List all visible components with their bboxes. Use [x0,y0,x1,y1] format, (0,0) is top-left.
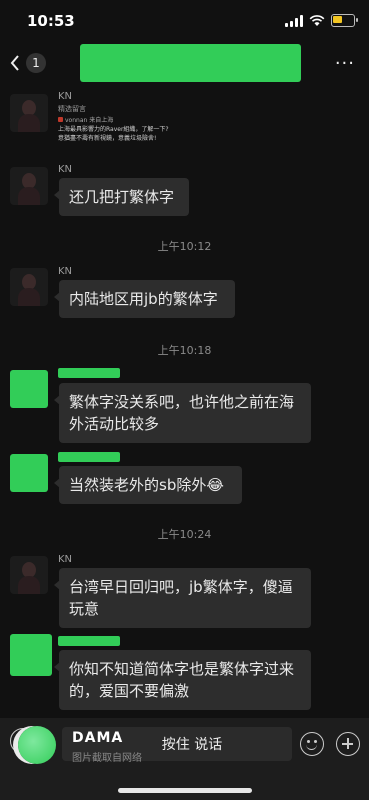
status-bar: 10:53 [0,0,369,44]
message-bubble[interactable]: 还几把打繁体字 [54,178,189,216]
avatar-redacted[interactable] [10,634,52,676]
message-bubble[interactable]: 当然装老外的sb除外😂 [54,466,242,504]
avatar-redacted[interactable] [10,454,48,492]
avatar[interactable] [10,167,48,205]
avatar[interactable] [10,94,48,132]
sender-name: KN [58,164,73,175]
back-button[interactable]: 1 [10,50,50,76]
sender-name: KN [58,554,73,565]
watermark-logo-icon [18,726,56,764]
unread-count-badge: 1 [26,53,46,73]
card-line-1: 上海最具影響力的Raver組織，了解一下? [58,126,169,133]
sender-name-redacted [58,368,120,378]
watermark-text: DAMA [72,730,124,746]
status-icons [285,14,358,27]
add-attachment-button[interactable] [336,732,360,756]
wifi-icon [309,14,325,26]
sender-subtitle: 精选留言 [58,105,86,113]
card-source: vonnan 来自上海 [65,117,114,124]
signal-icon [285,14,303,27]
message-bubble[interactable]: 台湾早日回归吧，jb繁体字，傻逼玩意 [54,568,311,628]
shared-card[interactable]: vonnan 来自上海 上海最具影響力的Raver組織，了解一下? 意猶盡不壽有… [58,116,210,152]
hold-to-talk-label: 按住 说话 [161,737,223,753]
chat-header: 1 ··· [0,44,369,82]
chevron-left-icon [10,55,19,71]
message-bubble[interactable]: 你知不知道简体字也是繁体字过来的，爱国不要偏激 [54,650,311,710]
message-bubble[interactable]: 内陆地区用jb的繁体字 [54,280,235,318]
sender-name: KN [58,91,73,102]
message-bubble[interactable]: 繁体字没关系吧，也许他之前在海外活动比较多 [54,383,311,443]
status-time: 10:53 [27,12,75,30]
sender-name-redacted [58,452,120,462]
sender-name: KN [58,266,73,277]
avatar[interactable] [10,556,48,594]
watermark-subtext: 图片截取自网络 [72,753,142,764]
chat-title-redacted [80,44,301,82]
home-indicator [118,788,252,793]
battery-icon [331,14,358,27]
card-line-2: 意猶盡不壽有新視鏡，意義垃圾險舍! [58,135,157,142]
source-icon [58,117,63,122]
timestamp: 上午10:12 [157,240,212,253]
avatar[interactable] [10,268,48,306]
more-options-icon[interactable]: ··· [335,53,355,74]
timestamp: 上午10:24 [157,528,212,541]
avatar-redacted[interactable] [10,370,48,408]
emoji-button[interactable] [300,732,324,756]
timestamp: 上午10:18 [157,344,212,357]
sender-name-redacted [58,636,120,646]
